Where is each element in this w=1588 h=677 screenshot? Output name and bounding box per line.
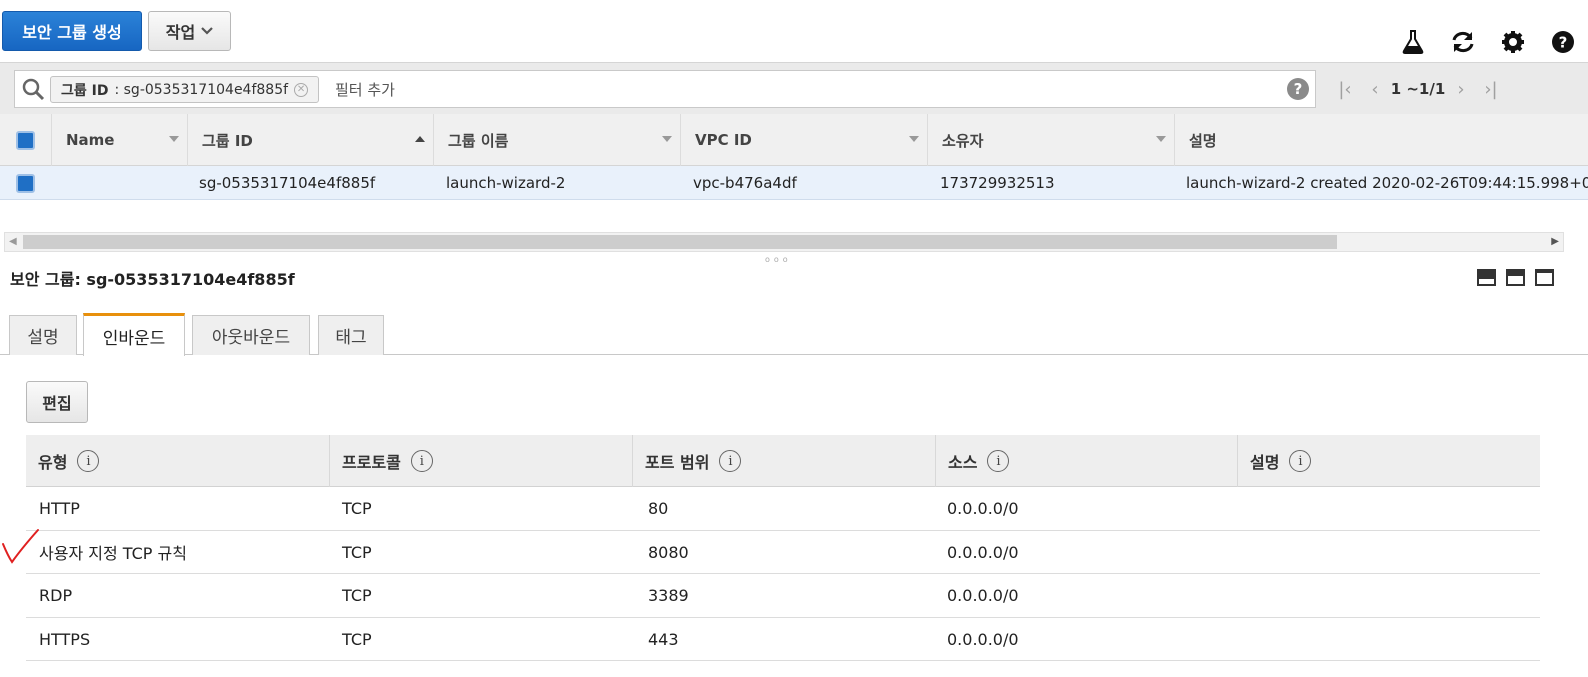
info-icon[interactable]: i: [719, 450, 742, 472]
rule-protocol: TCP: [342, 499, 372, 518]
first-page-icon[interactable]: |‹: [1330, 79, 1360, 100]
tab-tags[interactable]: 태그: [318, 315, 384, 355]
rule-column-type: 유형 i: [26, 435, 329, 487]
filter-bar: 그룹 ID : sg-0535317104e4f885f ✕ ? |‹ ‹ 1 …: [0, 62, 1588, 114]
flask-icon[interactable]: [1388, 28, 1438, 56]
create-security-group-button[interactable]: 보안 그룹 생성: [2, 11, 142, 51]
rule-protocol: TCP: [342, 542, 372, 562]
panel-full-icon[interactable]: [1535, 269, 1554, 286]
filter-help-icon[interactable]: ?: [1287, 78, 1309, 100]
filter-chip-key: 그룹 ID: [61, 82, 109, 99]
table-row: HTTP TCP 80 0.0.0.0/0: [26, 487, 1540, 531]
rule-column-source: 소스 i: [935, 435, 1237, 487]
pagination: |‹ ‹ 1 ~1/1 › ›|: [1330, 75, 1506, 103]
next-page-icon[interactable]: ›: [1446, 79, 1476, 100]
rule-source: 0.0.0.0/0: [947, 499, 1019, 518]
rule-type: HTTP: [39, 499, 80, 518]
column-header-vpc-id[interactable]: VPC ID: [681, 114, 928, 166]
cell-description: launch-wizard-2 created 2020-02-26T09:44…: [1186, 174, 1588, 192]
panel-resize-handle[interactable]: ooo: [765, 255, 792, 264]
cell-group-name: launch-wizard-2: [446, 174, 566, 192]
rule-source: 0.0.0.0/0: [947, 629, 1019, 649]
rule-column-port-range: 포트 범위 i: [632, 435, 935, 487]
rule-port: 8080: [648, 542, 689, 562]
info-icon[interactable]: i: [77, 450, 100, 472]
panel-layout-controls: [1477, 269, 1554, 286]
rule-type: 사용자 지정 TCP 규칙: [39, 544, 187, 563]
row-checkbox[interactable]: [16, 173, 35, 193]
help-icon[interactable]: ?: [1538, 28, 1588, 56]
rule-column-protocol: 프로토콜 i: [329, 435, 632, 487]
scroll-right-icon[interactable]: ▶: [1551, 236, 1559, 247]
chevron-down-icon: [201, 27, 213, 35]
tab-outbound[interactable]: 아웃바운드: [192, 315, 310, 355]
panel-half-icon[interactable]: [1506, 269, 1525, 286]
rule-port: 443: [648, 629, 679, 649]
security-groups-table-header: Name 그룹 ID 그룹 이름 VPC ID 소유자 설명: [0, 114, 1588, 166]
table-row: RDP TCP 3389 0.0.0.0/0: [26, 574, 1540, 618]
refresh-icon[interactable]: [1438, 28, 1488, 56]
filter-chip[interactable]: 그룹 ID : sg-0535317104e4f885f ✕: [50, 76, 320, 103]
tab-inbound[interactable]: 인바운드: [83, 313, 185, 356]
checkmark-annotation-icon: [2, 529, 39, 564]
rule-source: 0.0.0.0/0: [947, 542, 1019, 562]
column-header-group-id[interactable]: 그룹 ID: [188, 114, 434, 166]
svg-text:?: ?: [1559, 34, 1568, 52]
info-icon[interactable]: i: [410, 450, 433, 472]
gear-icon[interactable]: [1488, 28, 1538, 56]
rule-port: 80: [648, 499, 669, 518]
sort-icon: [909, 136, 919, 142]
tab-description[interactable]: 설명: [9, 315, 77, 355]
sort-icon: [662, 136, 672, 142]
table-row: HTTPS TCP 443 0.0.0.0/0: [26, 618, 1540, 661]
rule-source: 0.0.0.0/0: [947, 586, 1019, 605]
cell-vpc-id: vpc-b476a4df: [693, 174, 797, 192]
inbound-rules-body: HTTP TCP 80 0.0.0.0/0 사용자 지정 TCP 규칙 TCP …: [26, 487, 1540, 661]
sort-icon: [1156, 136, 1166, 142]
cell-group-id: sg-0535317104e4f885f: [199, 174, 376, 192]
detail-panel-title: 보안 그룹: sg-0535317104e4f885f: [10, 270, 295, 289]
info-icon[interactable]: i: [987, 450, 1010, 472]
search-icon: [22, 78, 45, 101]
filter-chip-value: : sg-0535317104e4f885f: [114, 81, 289, 98]
scroll-left-icon[interactable]: ◀: [9, 236, 17, 247]
detail-tabs: 설명 인바운드 아웃바운드 태그: [0, 313, 1588, 356]
prev-page-icon[interactable]: ‹: [1360, 79, 1390, 100]
actions-label: 작업: [165, 23, 196, 42]
add-filter-input[interactable]: [335, 76, 1235, 103]
rule-column-description: 설명 i: [1237, 435, 1540, 487]
rule-type: RDP: [39, 586, 73, 605]
top-toolbar: 보안 그룹 생성 작업 ?: [0, 0, 1588, 62]
rule-protocol: TCP: [342, 629, 372, 649]
column-header-name[interactable]: Name: [52, 114, 188, 166]
rule-port: 3389: [648, 586, 689, 605]
horizontal-scrollbar[interactable]: ◀ ▶: [4, 232, 1564, 252]
table-row: 사용자 지정 TCP 규칙 TCP 8080 0.0.0.0/0: [26, 531, 1540, 574]
column-header-group-name[interactable]: 그룹 이름: [434, 114, 681, 166]
actions-dropdown-button[interactable]: 작업: [148, 11, 231, 51]
sort-icon: [169, 136, 179, 142]
page-indicator: 1 ~1/1: [1390, 80, 1446, 98]
panel-bottom-icon[interactable]: [1477, 269, 1496, 286]
search-box[interactable]: 그룹 ID : sg-0535317104e4f885f ✕ ?: [14, 70, 1316, 108]
select-all-checkbox[interactable]: [16, 130, 35, 150]
rule-type: HTTPS: [39, 629, 91, 649]
table-row[interactable]: sg-0535317104e4f885f launch-wizard-2 vpc…: [0, 166, 1588, 200]
column-header-description[interactable]: 설명: [1175, 114, 1588, 166]
row-checkbox-cell[interactable]: [16, 166, 35, 200]
edit-button[interactable]: 편집: [26, 381, 88, 423]
rule-protocol: TCP: [342, 586, 372, 605]
remove-filter-icon[interactable]: ✕: [294, 82, 309, 97]
inbound-rules-header: 유형 i 프로토콜 i 포트 범위 i 소스 i 설명 i: [26, 435, 1540, 487]
info-icon[interactable]: i: [1289, 450, 1312, 472]
last-page-icon[interactable]: ›|: [1476, 79, 1506, 100]
select-all-checkbox-cell[interactable]: [0, 114, 52, 166]
cell-owner: 173729932513: [940, 174, 1055, 192]
column-header-owner[interactable]: 소유자: [928, 114, 1175, 166]
scrollbar-thumb[interactable]: [23, 235, 1337, 249]
sort-asc-icon: [415, 136, 425, 142]
